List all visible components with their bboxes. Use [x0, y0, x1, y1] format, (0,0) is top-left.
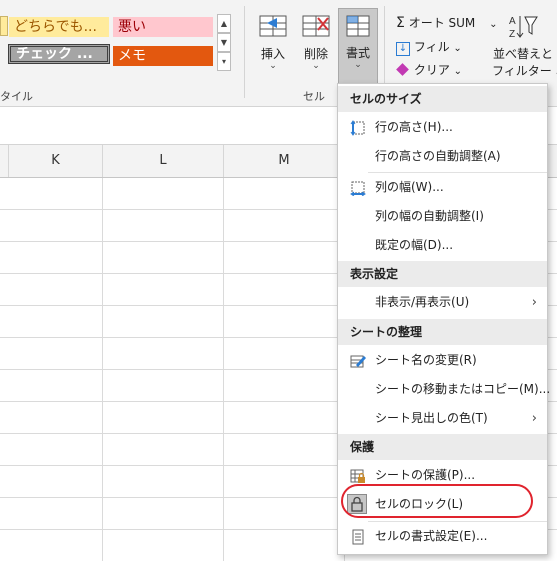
format-button[interactable]: 書式 ⌄: [338, 8, 378, 84]
chevron-right-icon: ›: [531, 295, 537, 310]
style-bad-cell[interactable]: 悪い: [113, 17, 213, 37]
hide-unhide-label: 非表示/再表示(U): [375, 295, 470, 309]
default-width-label: 既定の幅(D)...: [375, 238, 454, 252]
grid-line: [102, 178, 103, 561]
chevron-down-icon: ⌄: [312, 61, 320, 71]
sort-label-line1: 並べ替えと: [492, 47, 553, 61]
section-organize-sheets: シートの整理: [338, 319, 547, 345]
style-neutral-cell[interactable]: どちらでも...: [9, 17, 109, 37]
rename-sheet-icon: [350, 355, 366, 368]
section-cell-size: セルのサイズ: [338, 86, 547, 112]
chevron-down-icon: ⌄: [453, 66, 463, 77]
chevron-down-icon: ⌄: [354, 60, 362, 70]
delete-button[interactable]: 削除 ⌄: [296, 12, 336, 71]
menu-item-default-width[interactable]: 既定の幅(D)...: [338, 231, 547, 260]
column-header-k[interactable]: K: [9, 145, 103, 177]
column-header-l[interactable]: L: [103, 145, 224, 177]
autosum-button[interactable]: Σ オート SUM ⌄: [396, 14, 497, 31]
insert-button[interactable]: 挿入 ⌄: [253, 12, 293, 71]
autofit-row-label: 行の高さの自動調整(A): [375, 149, 501, 163]
gallery-scroll-down[interactable]: ▼: [217, 33, 231, 52]
style-neutral[interactable]: [0, 16, 8, 36]
menu-item-hide-unhide[interactable]: 非表示/再表示(U) ›: [338, 288, 547, 317]
menu-item-autofit-column-width[interactable]: 列の幅の自動調整(I): [338, 202, 547, 231]
sigma-icon: Σ: [396, 15, 405, 31]
menu-item-rename-sheet[interactable]: シート名の変更(R): [338, 346, 547, 375]
menu-item-format-cells[interactable]: セルの書式設定(E)...: [338, 522, 547, 551]
gallery-scroll-up[interactable]: ▲: [217, 14, 231, 33]
delete-label: 削除: [303, 47, 328, 61]
protect-sheet-label: シートの保護(P)...: [375, 468, 476, 482]
menu-item-tab-color[interactable]: シート見出しの色(T) ›: [338, 404, 547, 433]
annotation-highlight-ellipse: [341, 484, 533, 518]
svg-text:Z: Z: [509, 29, 515, 40]
menu-item-autofit-row-height[interactable]: 行の高さの自動調整(A): [338, 142, 547, 171]
delete-cells-icon: [302, 15, 330, 37]
fill-label: フィル: [413, 40, 450, 54]
tab-color-label: シート見出しの色(T): [375, 411, 488, 425]
sort-filter-button[interactable]: A Z 並べ替えと フィルター ⌄: [492, 12, 557, 79]
column-header-partial[interactable]: [0, 145, 9, 177]
section-visibility: 表示設定: [338, 261, 547, 287]
menu-item-row-height[interactable]: 行の高さ(H)...: [338, 113, 547, 142]
fill-down-icon: ↓: [396, 42, 410, 56]
style-memo-cell[interactable]: メモ: [113, 46, 213, 66]
styles-group-label: タイル: [0, 90, 33, 103]
move-copy-label: シートの移動またはコピー(M)...: [375, 382, 551, 396]
clear-label: クリア: [413, 63, 450, 77]
format-cells-label: セルの書式設定(E)...: [375, 529, 488, 543]
grid-line: [223, 178, 224, 561]
autofit-column-label: 列の幅の自動調整(I): [375, 209, 484, 223]
menu-item-column-width[interactable]: 列の幅(W)...: [338, 173, 547, 202]
fill-button[interactable]: ↓ フィル ⌄: [396, 38, 462, 56]
group-separator: [244, 6, 245, 98]
format-cells-dialog-icon: [352, 529, 364, 545]
cells-group-label: セル: [303, 90, 325, 103]
format-cells-icon: [346, 15, 370, 37]
eraser-icon: [396, 63, 409, 76]
row-height-icon: [350, 120, 365, 136]
clear-button[interactable]: クリア ⌄: [396, 61, 462, 78]
sort-label-line2: フィルター ⌄: [492, 62, 557, 79]
gallery-more[interactable]: ▾: [217, 52, 231, 71]
column-width-label: 列の幅(W)...: [375, 180, 444, 194]
column-width-icon: [350, 181, 366, 196]
format-label: 書式: [345, 46, 370, 60]
menu-item-move-copy-sheet[interactable]: シートの移動またはコピー(M)...: [338, 375, 551, 404]
protect-sheet-icon: [350, 469, 365, 483]
svg-text:A: A: [509, 16, 516, 27]
chevron-down-icon: ⌄: [269, 61, 277, 71]
sort-filter-icon: A Z: [509, 16, 538, 40]
chevron-down-icon: ⌄: [552, 68, 557, 78]
chevron-down-icon: ⌄: [453, 43, 462, 54]
column-header-m[interactable]: M: [224, 145, 345, 177]
insert-cells-icon: [259, 15, 287, 37]
chevron-right-icon: ›: [531, 411, 537, 426]
section-protection: 保護: [338, 434, 547, 460]
autosum-label: オート SUM: [408, 16, 476, 30]
insert-label: 挿入: [260, 47, 285, 61]
row-height-label: 行の高さ(H)...: [375, 120, 453, 134]
style-check-cell[interactable]: チェック ...: [8, 44, 110, 64]
rename-sheet-label: シート名の変更(R): [375, 353, 477, 367]
